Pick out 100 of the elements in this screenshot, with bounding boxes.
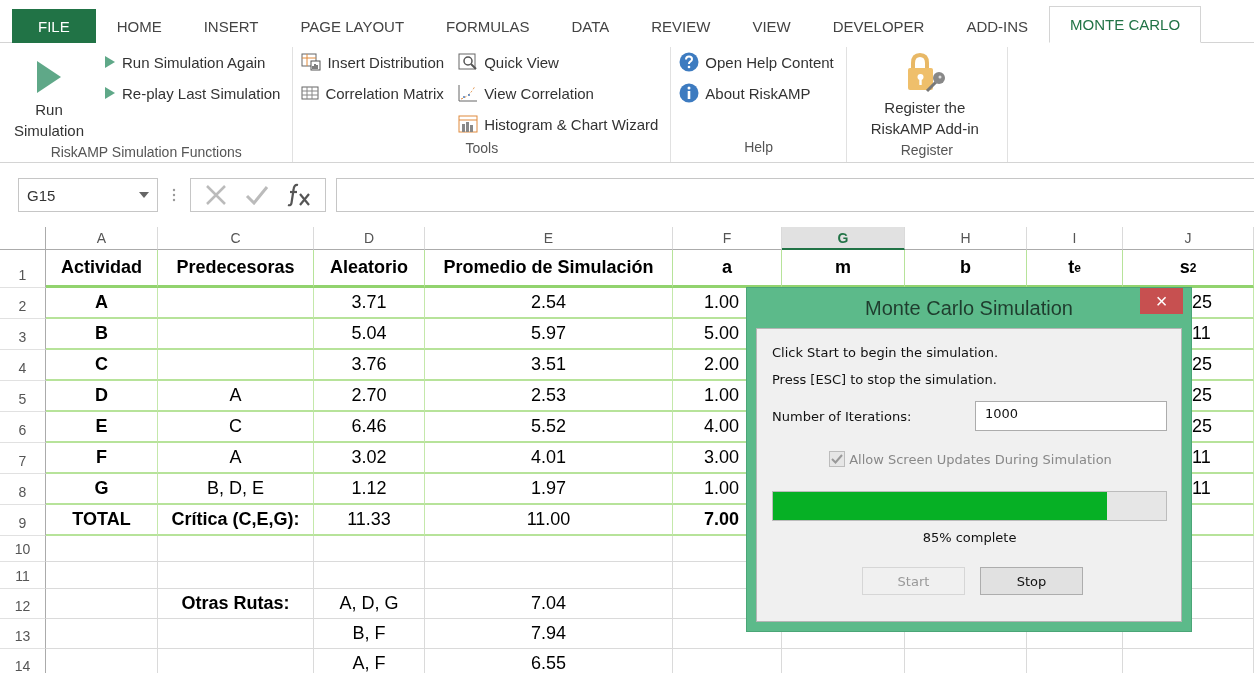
empty-cell[interactable] [425,536,673,562]
table-cell: 2.70 [314,381,425,412]
row-header[interactable]: 10 [0,536,46,562]
row-header[interactable]: 13 [0,619,46,649]
column-header[interactable]: E [425,227,673,250]
table-cell: 11.00 [425,505,673,536]
table-cell: A, D, G [314,589,425,619]
table-cell: 3.76 [314,350,425,381]
column-title: Predecesoras [158,250,314,288]
table-cell: E [46,412,158,443]
row-header[interactable]: 5 [0,381,46,412]
empty-cell[interactable] [158,536,314,562]
info-icon [679,83,700,103]
table-cell: 3.51 [425,350,673,381]
progress-text: 85% complete [921,530,1018,545]
group-label: Help [743,138,774,157]
column-header[interactable]: D [314,227,425,250]
row-header[interactable]: 4 [0,350,46,381]
ribbon-button[interactable]: Quick View [458,49,659,75]
table-cell: 11.33 [314,505,425,536]
empty-cell[interactable] [158,319,314,350]
function-icon[interactable] [287,183,313,207]
play-icon [104,86,116,100]
row-header[interactable]: 2 [0,288,46,319]
checkbox-label: Allow Screen Updates During Simulation [849,451,1112,467]
ribbon-button[interactable]: Run Simulation Again [104,49,281,75]
table-cell: 1.97 [425,474,673,505]
ribbon-button[interactable]: Run Simulation [8,49,90,141]
play-icon [35,59,63,95]
grip-icon [172,188,176,202]
empty-cell[interactable] [158,288,314,319]
empty-cell[interactable] [46,536,158,562]
table-cell: D [46,381,158,412]
ribbon-button[interactable]: Re-play Last Simulation [104,80,281,106]
column-header[interactable]: H [905,227,1027,250]
ribbon-button[interactable]: Correlation Matrix [301,80,445,106]
table-cell: TOTAL [46,505,158,536]
row-header[interactable]: 11 [0,562,46,589]
table-cell: A [158,381,314,412]
column-header[interactable]: A [46,227,158,250]
table-cell: G [46,474,158,505]
table-cell: 2.53 [425,381,673,412]
name-box[interactable]: G15 [18,178,158,212]
checkmark-icon[interactable] [245,185,269,205]
column-title: Actividad [46,250,158,288]
ribbon-button[interactable]: Histogram & Chart Wizard [458,111,659,137]
cancel-icon[interactable] [205,184,227,206]
table-cell: 4.01 [425,443,673,474]
histogram-icon [458,115,479,133]
row-header[interactable]: 8 [0,474,46,505]
empty-cell[interactable] [46,562,158,589]
empty-cell[interactable] [425,562,673,589]
row-header[interactable]: 6 [0,412,46,443]
column-header[interactable]: G [782,227,905,250]
column-header[interactable]: C [158,227,314,250]
table-cell: B, D, E [158,474,314,505]
table-cell: 5.97 [425,319,673,350]
row-header[interactable]: 3 [0,319,46,350]
table-cell: 5.04 [314,319,425,350]
row-header[interactable]: 9 [0,505,46,536]
empty-cell[interactable] [314,536,425,562]
row-header[interactable]: 7 [0,443,46,474]
table-cell: 7.94 [425,619,673,649]
select-all-corner[interactable] [0,227,46,250]
ribbon-button[interactable]: About RiskAMP [679,80,834,106]
empty-cell[interactable] [158,619,314,649]
empty-cell[interactable] [46,589,158,619]
formula-field[interactable] [336,178,1254,212]
row-header[interactable]: 12 [0,589,46,619]
table-cell: C [46,350,158,381]
ribbon-button[interactable]: Insert Distribution [301,49,445,75]
group-label: RiskAMP Simulation Functions [49,143,243,162]
table-cell: A, F [314,649,425,673]
ribbon-button[interactable]: Open Help Content [679,49,834,75]
dialog-button[interactable]: Stop [980,567,1083,595]
column-header[interactable]: J [1123,227,1254,250]
dialog-title: Monte Carlo Simulation [865,296,1073,320]
table-cell: A [46,288,158,319]
close-button[interactable]: × [1140,288,1183,314]
table-chart-icon [301,53,322,71]
table-cell: 6.46 [314,412,425,443]
table-cell: B [46,319,158,350]
column-header[interactable]: I [1027,227,1123,250]
table-cell: 3.71 [314,288,425,319]
empty-cell[interactable] [314,562,425,589]
empty-cell[interactable] [158,350,314,381]
row-header[interactable]: 14 [0,649,46,673]
table-cell: F [46,443,158,474]
file-tab[interactable]: FILE [12,9,96,43]
row-header[interactable]: 1 [0,250,46,288]
table-cell: 3.02 [314,443,425,474]
empty-cell[interactable] [46,619,158,649]
iterations-field[interactable]: 1000 [975,401,1167,431]
group-label: Register [899,141,954,160]
ribbon-button[interactable]: Register the RiskAMP Add-in [854,49,995,139]
table-cell: C [158,412,314,443]
ribbon-button[interactable]: View Correlation [458,80,659,106]
dropdown-arrow-icon [139,192,149,198]
ribbon-tab[interactable]: MONTE CARLO [1049,6,1202,43]
empty-cell[interactable] [158,562,314,589]
